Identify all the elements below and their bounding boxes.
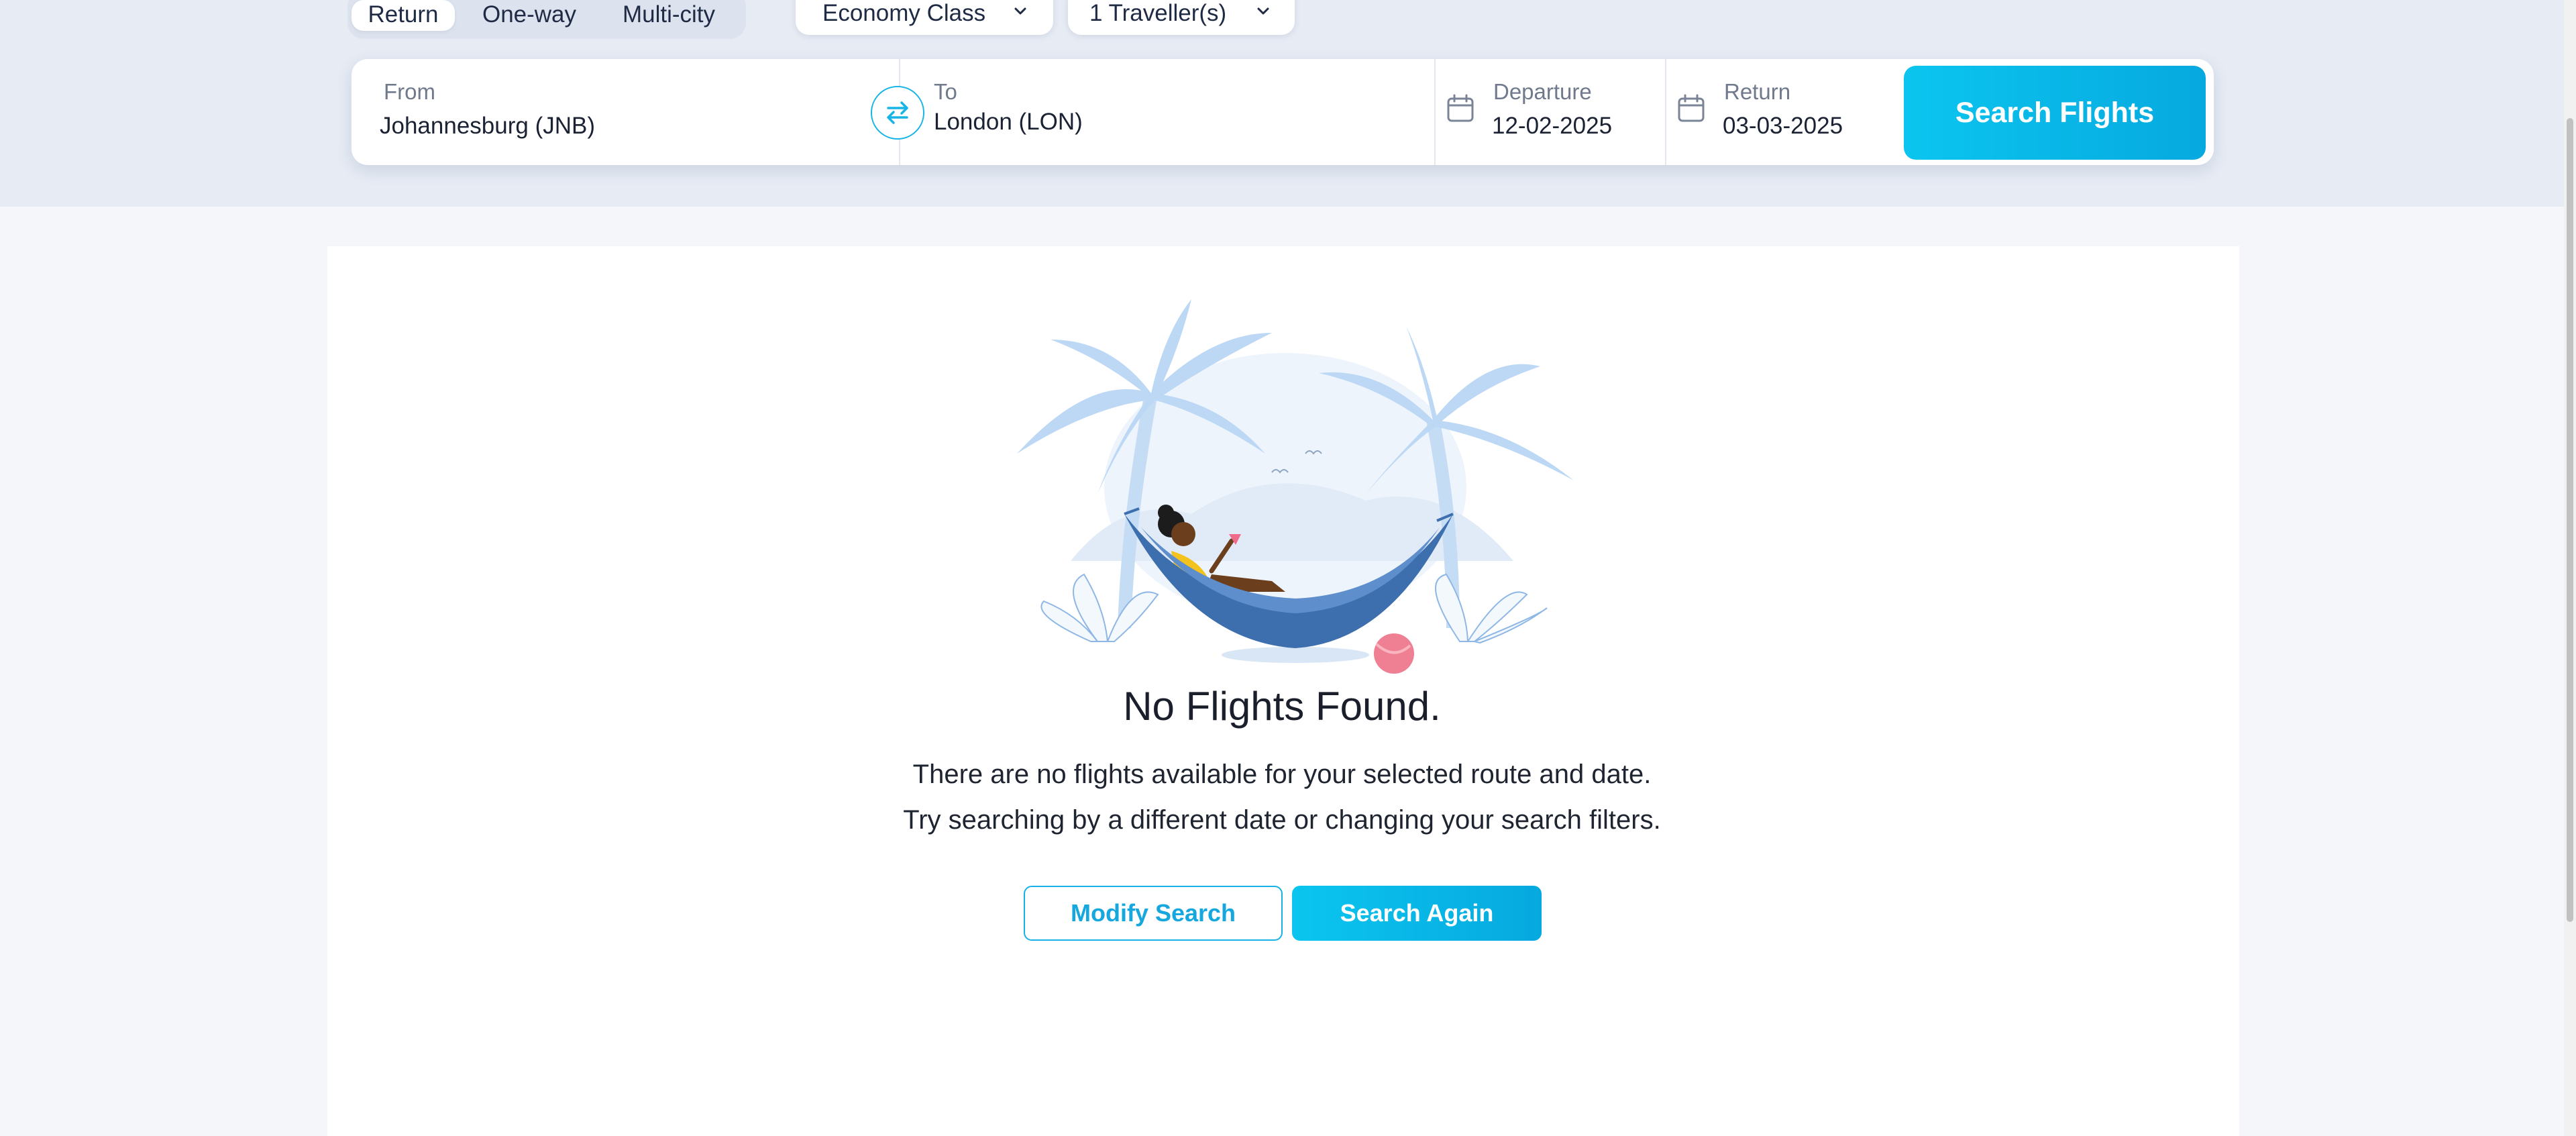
field-divider <box>1665 59 1666 165</box>
trip-type-one-way[interactable]: One-way <box>479 0 580 31</box>
from-value[interactable]: Johannesburg (JNB) <box>380 113 595 140</box>
search-again-button[interactable]: Search Again <box>1292 886 1542 941</box>
cabin-class-value: Economy Class <box>822 0 986 26</box>
trip-type-return[interactable]: Return <box>352 0 455 31</box>
calendar-icon <box>1678 94 1705 122</box>
swap-arrows-icon <box>887 101 908 124</box>
travellers-value: 1 Traveller(s) <box>1089 0 1227 26</box>
return-label: Return <box>1724 79 1791 104</box>
trip-type-multi-city[interactable]: Multi-city <box>609 0 729 31</box>
calendar-icon <box>1447 94 1474 122</box>
hammock-illustration <box>1017 299 1574 674</box>
departure-value[interactable]: 12-02-2025 <box>1492 113 1612 140</box>
no-results-message-line-1: There are no flights available for your … <box>912 760 1652 789</box>
departure-label: Departure <box>1493 79 1592 104</box>
to-label: To <box>934 79 957 104</box>
search-flights-button[interactable]: Search Flights <box>1904 66 2206 160</box>
field-divider <box>1434 59 1436 165</box>
chevron-down-icon <box>1014 7 1026 15</box>
no-results-message-line-2: Try searching by a different date or cha… <box>903 805 1661 835</box>
chevron-down-icon <box>1257 7 1269 15</box>
modify-search-button[interactable]: Modify Search <box>1024 886 1283 941</box>
travellers-dropdown[interactable]: 1 Traveller(s) <box>1068 0 1295 35</box>
from-label: From <box>384 79 435 104</box>
cabin-class-dropdown[interactable]: Economy Class <box>796 0 1053 35</box>
swap-airports-button[interactable] <box>871 86 924 140</box>
flight-search-form: From Johannesburg (JNB) To London (LON) … <box>352 59 2214 165</box>
to-value[interactable]: London (LON) <box>934 109 1083 136</box>
trip-type-selector: Return One-way Multi-city <box>347 0 746 39</box>
scrollbar-thumb[interactable] <box>2567 118 2573 922</box>
return-value[interactable]: 03-03-2025 <box>1723 113 1843 140</box>
no-results-title: No Flights Found. <box>1123 684 1441 729</box>
